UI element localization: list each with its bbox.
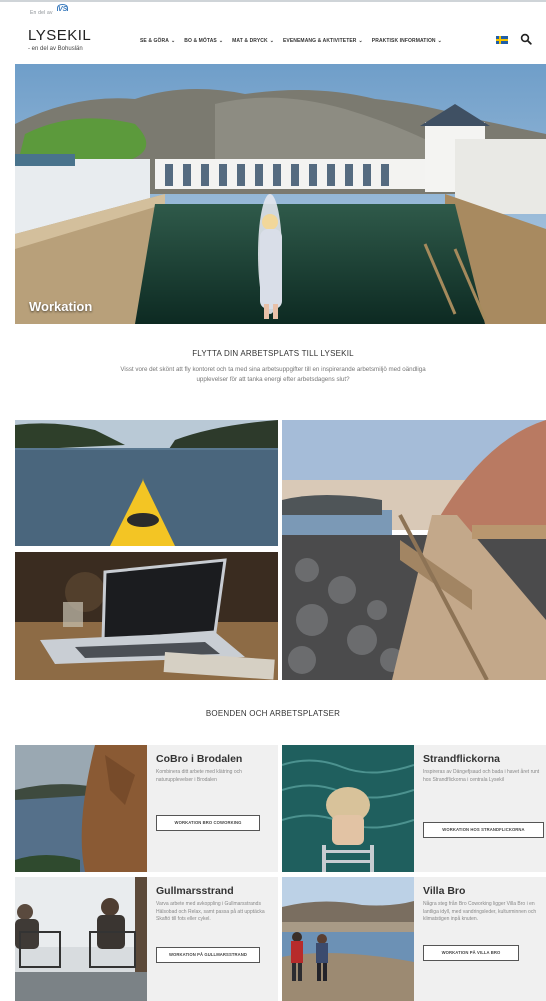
- card-image: [282, 745, 414, 872]
- nav-item-praktisk[interactable]: PRAKTISK INFORMATION ⌄: [372, 38, 442, 44]
- nav-item-bo-motas[interactable]: BO & MÖTAS ⌄: [184, 38, 223, 44]
- workation-bro-coworking-button[interactable]: WORKATION BRO COWORKING: [156, 815, 260, 831]
- card-description: Varva arbete med avkoppling i Gullmarsst…: [156, 901, 265, 922]
- chevron-down-icon: ⌄: [218, 38, 224, 44]
- nav-item-evenemang[interactable]: EVENEMANG & AKTIVITETER ⌄: [283, 38, 363, 44]
- card-title[interactable]: Strandflickorna: [423, 753, 500, 765]
- site-logo-title[interactable]: LYSEKIL: [28, 27, 91, 44]
- hero-label: Workation: [29, 299, 93, 314]
- main-nav: SE & GÖRA ⌄ BO & MÖTAS ⌄ MAT & DRYCK ⌄ EVEN…: [140, 38, 442, 44]
- chevron-down-icon: ⌄: [437, 38, 442, 44]
- workation-hos-strandflickorna-button[interactable]: WORKATION HOS STRANDFLICKORNA: [423, 822, 544, 838]
- card-cobro[interactable]: CoBro i Brodalen Kombinera ditt arbete m…: [15, 745, 278, 872]
- nav-item-se-gora[interactable]: SE & GÖRA ⌄: [140, 38, 175, 44]
- nav-item-mat-dryck[interactable]: MAT & DRYCK ⌄: [232, 38, 274, 44]
- nav-label: PRAKTISK INFORMATION: [371, 38, 436, 44]
- card-title[interactable]: CoBro i Brodalen: [156, 753, 242, 765]
- nav-label: MAT & DRYCK: [232, 38, 268, 44]
- site-logo-subtitle: - en del av Bohuslän: [28, 46, 83, 52]
- workation-pa-gullmarsstrand-button[interactable]: WORKATION PÅ GULLMARSSTRAND: [156, 947, 260, 963]
- nav-label: SE & GÖRA: [140, 38, 169, 44]
- chevron-down-icon: ⌄: [358, 38, 363, 44]
- workation-pa-villa-bro-button[interactable]: WORKATION PÅ VILLA BRO: [423, 945, 519, 961]
- card-strandflickorna[interactable]: Strandflickorna Inspireras av Dängefjsau…: [282, 745, 546, 872]
- intro-title: FLYTTA DIN ARBETSPLATS TILL LYSEKIL: [192, 349, 354, 358]
- nav-label: BO & MÖTAS: [184, 38, 217, 44]
- partner-logo[interactable]: VS: [56, 4, 69, 13]
- hero-image: Workation: [15, 64, 546, 324]
- intro-body: Visst vore det skönt att fly kontoret oc…: [120, 366, 426, 383]
- gallery-image-boardwalk: [282, 420, 546, 680]
- card-gullmarsstrand[interactable]: Gullmarsstrand Varva arbete med avkoppli…: [15, 877, 278, 1001]
- nav-label: EVENEMANG & AKTIVITETER: [282, 38, 357, 44]
- top-strip: En del av VS: [0, 0, 546, 22]
- card-description: Inspireras av Dängefjsaud och bada i hav…: [423, 769, 540, 783]
- chevron-down-icon: ⌄: [170, 38, 176, 44]
- card-image: [282, 877, 414, 1001]
- section-title: BOENDEN OCH ARBETSPLATSER: [205, 709, 341, 718]
- partner-text: En del av: [30, 10, 53, 16]
- site-header: LYSEKIL - en del av Bohuslän SE & GÖRA ⌄ …: [0, 22, 546, 62]
- search-icon[interactable]: [520, 33, 532, 45]
- swedish-flag-icon[interactable]: [496, 36, 508, 44]
- card-title[interactable]: Villa Bro: [423, 885, 465, 897]
- gallery-image-kayak: [15, 420, 278, 546]
- gallery-image-laptop: [15, 552, 278, 680]
- card-description: Kombinera ditt arbete med klätring och n…: [156, 769, 242, 783]
- card-image: [15, 877, 147, 1001]
- chevron-down-icon: ⌄: [269, 38, 274, 44]
- card-image: [15, 745, 147, 872]
- card-description: Några steg från Bro Coworking ligger Vil…: [423, 901, 537, 922]
- card-title[interactable]: Gullmarsstrand: [156, 885, 234, 897]
- card-villa-bro[interactable]: Villa Bro Några steg från Bro Coworking …: [282, 877, 546, 1001]
